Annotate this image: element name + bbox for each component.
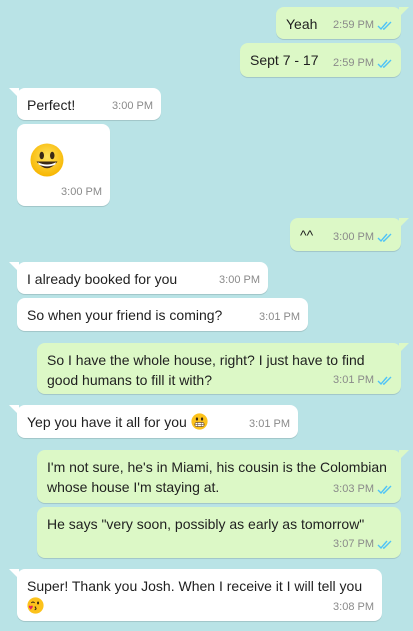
message-text: So when your friend is coming? xyxy=(27,307,223,323)
message-text-content: Yep you have it all for you xyxy=(27,414,187,430)
message-meta: 3:01 PM xyxy=(249,414,290,434)
message-text: He says "very soon, possibly as early as… xyxy=(47,516,365,532)
message-bubble-incoming[interactable]: Perfect! 3:00 PM xyxy=(9,88,161,120)
read-receipt-icon xyxy=(377,233,392,242)
grimacing-face-emoji xyxy=(191,413,208,430)
message-bubble-incoming[interactable]: Super! Thank you Josh. When I receive it… xyxy=(9,569,382,621)
message-meta: 3:00 PM xyxy=(219,270,260,290)
message-bubble-incoming[interactable]: So when your friend is coming? 3:01 PM xyxy=(17,298,308,331)
read-receipt-icon xyxy=(377,59,392,68)
message-time: 2:59 PM xyxy=(333,19,374,31)
message-meta: 3:03 PM xyxy=(333,479,393,499)
read-receipt-icon xyxy=(377,540,392,549)
message-meta: 3:00 PM xyxy=(333,227,393,247)
chat-thread[interactable]: Yeah 2:59 PM Sept 7 - 17 2:59 PM Perfect… xyxy=(0,0,413,631)
message-meta: 3:00 PM xyxy=(112,96,153,116)
message-meta: 3:00 PM xyxy=(61,182,102,202)
message-bubble-outgoing[interactable]: I'm not sure, he's in Miami, his cousin … xyxy=(37,450,409,503)
face-blowing-kiss-emoji xyxy=(27,597,44,614)
message-meta: 3:08 PM xyxy=(333,597,374,617)
message-meta: 3:01 PM xyxy=(333,370,393,390)
message-bubble-outgoing[interactable]: So I have the whole house, right? I just… xyxy=(37,343,409,394)
message-bubble-outgoing[interactable]: Sept 7 - 17 2:59 PM xyxy=(240,43,401,77)
read-receipt-icon xyxy=(377,376,392,385)
message-bubble-incoming[interactable]: Yep you have it all for you 3:01 PM xyxy=(9,405,298,438)
message-text-content: Super! Thank you Josh. When I receive it… xyxy=(27,578,363,594)
message-text: Super! Thank you Josh. When I receive it… xyxy=(27,576,372,616)
message-time: 3:07 PM xyxy=(333,538,374,550)
message-time: 3:00 PM xyxy=(219,274,260,286)
message-time: 3:01 PM xyxy=(333,374,374,386)
message-bubble-outgoing[interactable]: He says "very soon, possibly as early as… xyxy=(37,507,401,558)
message-meta: 3:07 PM xyxy=(333,534,393,554)
message-bubble-incoming[interactable]: I already booked for you 3:00 PM xyxy=(9,262,268,294)
message-time: 3:03 PM xyxy=(333,483,374,495)
message-time: 3:08 PM xyxy=(333,601,374,613)
message-meta: 2:59 PM xyxy=(333,15,393,35)
message-time: 3:00 PM xyxy=(112,100,153,112)
grinning-face-emoji xyxy=(30,143,64,177)
message-time: 3:01 PM xyxy=(259,311,300,323)
message-time: 3:00 PM xyxy=(333,231,374,243)
message-bubble-outgoing[interactable]: Yeah 2:59 PM xyxy=(276,7,409,39)
message-time: 3:00 PM xyxy=(61,186,102,198)
message-time: 2:59 PM xyxy=(333,57,374,69)
read-receipt-icon xyxy=(377,21,392,30)
message-bubble-outgoing[interactable]: ^^ 3:00 PM xyxy=(290,218,409,251)
read-receipt-icon xyxy=(377,485,392,494)
message-meta: 2:59 PM xyxy=(333,53,393,73)
message-time: 3:01 PM xyxy=(249,418,290,430)
message-meta: 3:01 PM xyxy=(259,307,300,327)
message-bubble-incoming[interactable]: 3:00 PM xyxy=(17,124,110,206)
